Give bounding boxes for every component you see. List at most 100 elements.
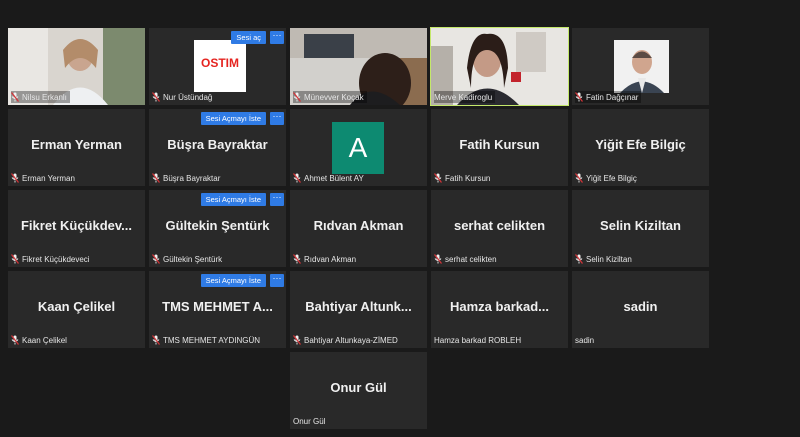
participant-footer: serhat celikten — [433, 253, 497, 265]
participant-tile[interactable]: Kaan Çelikel Kaan Çelikel — [8, 271, 145, 348]
mic-off-icon — [151, 254, 161, 264]
participant-display-name: sadin — [623, 299, 658, 314]
participant-tile[interactable]: Erman Yerman Erman Yerman — [8, 109, 145, 186]
participant-footer: Ahmet Bülent AY — [292, 172, 364, 184]
participant-display-name: Bahtiyar Altunk... — [305, 299, 412, 314]
mic-off-icon — [574, 173, 584, 183]
mic-off-icon — [574, 254, 584, 264]
more-options-button[interactable]: ··· — [270, 193, 284, 206]
ask-to-unmute-button[interactable]: Sesi Açmayı İste — [200, 112, 266, 125]
participant-tile[interactable]: TMS MEHMET A... Sesi Açmayı İste ··· TMS ME… — [149, 271, 286, 348]
participant-footer: Fatih Kursun — [433, 172, 491, 184]
participant-footer: TMS MEHMET AYDINGÜN — [151, 334, 261, 346]
participant-name: Fatin Dağçınar — [586, 92, 639, 102]
participant-name: sadin — [575, 335, 595, 345]
mic-off-icon — [151, 92, 161, 102]
participant-tile[interactable]: Gültekin Şentürk Sesi Açmayı İste ··· Gülte… — [149, 190, 286, 267]
participant-display-name: serhat celikten — [453, 218, 546, 233]
participant-tile[interactable]: Bahtiyar Altunk... Bahtiyar Altunkaya-ZİM… — [290, 271, 427, 348]
mic-off-icon — [10, 173, 20, 183]
participant-footer: sadin — [575, 334, 594, 346]
participant-display-name: Fatih Kursun — [459, 137, 540, 152]
participant-display-name: Büşra Bayraktar — [167, 137, 268, 152]
mic-off-icon — [151, 335, 161, 345]
participant-footer: Bahtiyar Altunkaya-ZİMED — [292, 334, 398, 346]
participant-footer: Erman Yerman — [10, 172, 75, 184]
participant-name: Nur Üstündağ — [163, 92, 213, 102]
participant-tile[interactable]: OSTIM Sesi aç ··· Nur Üstündağ — [149, 28, 286, 105]
mic-off-icon — [292, 173, 302, 183]
participant-tile[interactable]: sadin sadin — [572, 271, 709, 348]
more-options-button[interactable]: ··· — [270, 274, 284, 287]
participant-tile[interactable]: Onur Gül Onur Gül — [290, 352, 427, 429]
participant-name: serhat celikten — [445, 254, 497, 264]
mic-off-icon — [292, 92, 302, 102]
participant-footer: Nilsu Erkanlı — [10, 91, 70, 103]
avatar: A — [332, 122, 384, 174]
participant-name: Merve Kadiroglu — [434, 92, 493, 102]
participant-logo: OSTIM — [194, 40, 246, 92]
mic-off-icon — [433, 254, 443, 264]
ask-to-unmute-button[interactable]: Sesi Açmayı İste — [200, 193, 266, 206]
participant-footer: Hamza barkad ROBLEH — [434, 334, 521, 346]
participant-footer: Fatin Dağçınar — [574, 91, 642, 103]
participant-display-name: Gültekin Şentürk — [165, 218, 270, 233]
participant-name: Fatih Kursun — [445, 173, 491, 183]
participant-name: Bahtiyar Altunkaya-ZİMED — [304, 335, 398, 345]
participant-name: Selin Kiziltan — [586, 254, 632, 264]
mic-off-icon — [10, 335, 20, 345]
participant-name: Yiğit Efe Bilgiç — [586, 173, 637, 183]
mic-off-icon — [10, 254, 20, 264]
participant-display-name: Erman Yerman — [31, 137, 122, 152]
participant-tile[interactable]: Selin Kiziltan Selin Kiziltan — [572, 190, 709, 267]
mic-off-icon — [151, 173, 161, 183]
participant-tile[interactable]: Merve Kadiroglu — [430, 27, 569, 106]
participant-footer: Selin Kiziltan — [574, 253, 632, 265]
participant-name: Münevver Koçak — [304, 92, 364, 102]
participant-name: Ahmet Bülent AY — [304, 173, 364, 183]
participant-tile[interactable]: serhat celikten serhat celikten — [431, 190, 568, 267]
participant-tile[interactable]: Hamza barkad... Hamza barkad ROBLEH — [431, 271, 568, 348]
participant-tile[interactable]: Fatih Kursun Fatih Kursun — [431, 109, 568, 186]
participant-display-name: Yiğit Efe Bilgiç — [595, 137, 686, 152]
participant-footer: Merve Kadiroglu — [434, 91, 496, 103]
mic-off-icon — [292, 254, 302, 264]
participant-name: Onur Gül — [293, 416, 326, 426]
participant-name: Hamza barkad ROBLEH — [434, 335, 522, 345]
participant-name: Fikret Küçükdeveci — [22, 254, 90, 264]
participant-tile[interactable]: Rıdvan Akman Rıdvan Akman — [290, 190, 427, 267]
participant-footer: Rıdvan Akman — [292, 253, 356, 265]
ask-to-unmute-button[interactable]: Sesi Açmayı İste — [200, 274, 266, 287]
participant-footer: Nur Üstündağ — [151, 91, 213, 103]
participant-name: Nilsu Erkanlı — [22, 92, 67, 102]
participant-display-name: Rıdvan Akman — [313, 218, 404, 233]
participant-tile[interactable]: Nilsu Erkanlı — [8, 28, 145, 105]
participant-tile[interactable]: A Ahmet Bülent AY — [290, 109, 427, 186]
unmute-button[interactable]: Sesi aç — [231, 31, 266, 44]
participant-name: Gültekin Şentürk — [163, 254, 223, 264]
participant-footer: Büşra Bayraktar — [151, 172, 221, 184]
mic-off-icon — [10, 92, 20, 102]
participant-display-name: Selin Kiziltan — [600, 218, 681, 233]
participant-tile[interactable]: Büşra Bayraktar Sesi Açmayı İste ··· Büşra … — [149, 109, 286, 186]
mic-off-icon — [433, 173, 443, 183]
participant-footer: Yiğit Efe Bilgiç — [574, 172, 637, 184]
participant-name: TMS MEHMET AYDINGÜN — [163, 335, 261, 345]
more-options-button[interactable]: ··· — [270, 31, 284, 44]
mic-off-icon — [574, 92, 584, 102]
logo-text: OSTIM — [201, 56, 239, 70]
participant-display-name: TMS MEHMET A... — [162, 299, 273, 314]
participant-tile[interactable]: Fatin Dağçınar — [572, 28, 709, 105]
participant-name: Erman Yerman — [22, 173, 75, 183]
participant-footer: Münevver Koçak — [292, 91, 367, 103]
participant-name: Büşra Bayraktar — [163, 173, 221, 183]
participant-display-name: Onur Gül — [330, 380, 387, 395]
participant-tile[interactable]: Münevver Koçak — [290, 28, 427, 105]
participant-footer: Onur Gül — [293, 415, 325, 427]
participant-tile[interactable]: Fikret Küçükdev... Fikret Küçükdeveci — [8, 190, 145, 267]
participant-name: Kaan Çelikel — [22, 335, 67, 345]
participant-tile[interactable]: Yiğit Efe Bilgiç Yiğit Efe Bilgiç — [572, 109, 709, 186]
more-options-button[interactable]: ··· — [270, 112, 284, 125]
participant-footer: Kaan Çelikel — [10, 334, 67, 346]
participant-footer: Gültekin Şentürk — [151, 253, 223, 265]
